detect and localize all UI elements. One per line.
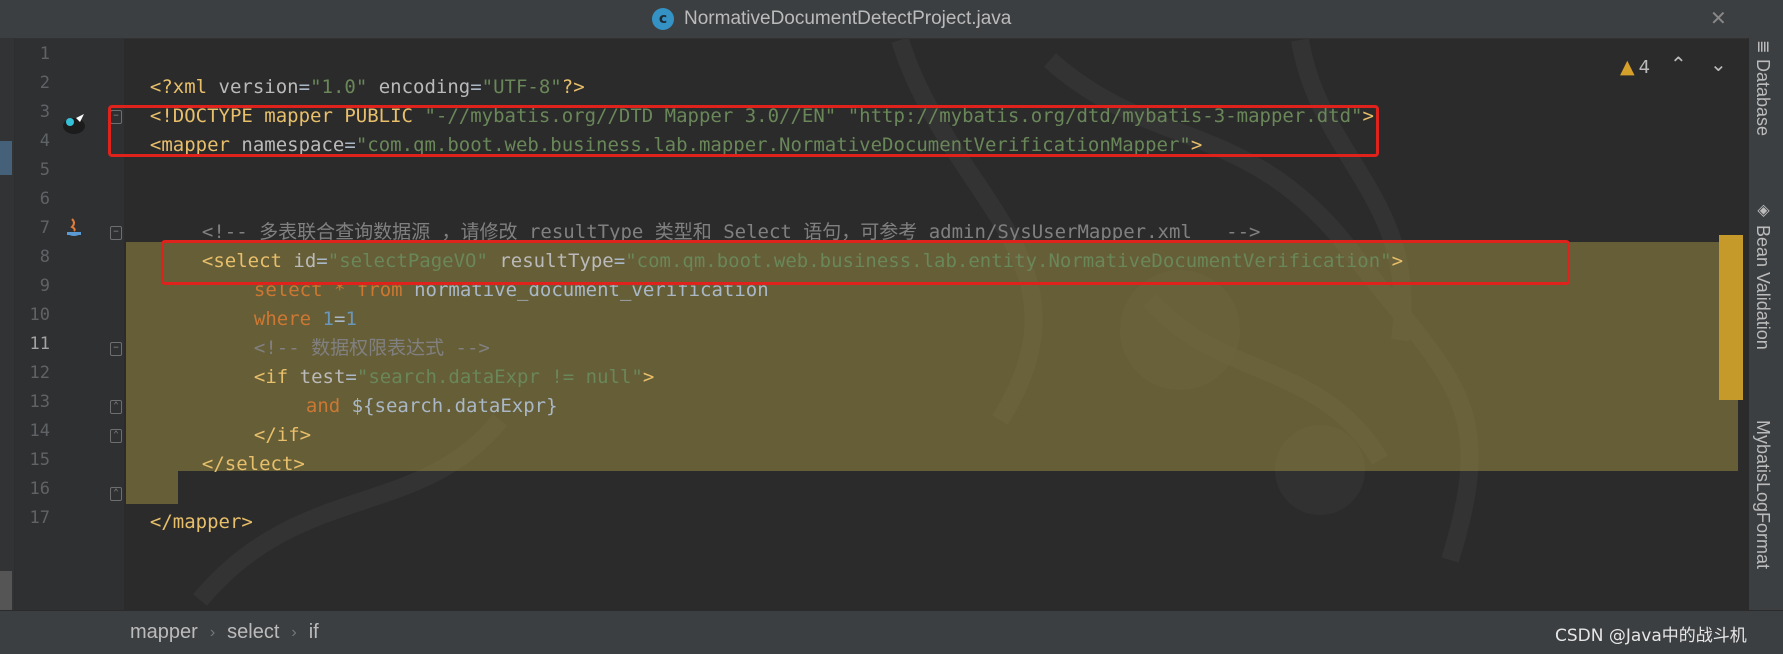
sql-token: ${search.dataExpr}: [351, 395, 558, 417]
fold-marker-icon[interactable]: −: [110, 226, 122, 240]
xml-token: >: [642, 366, 655, 388]
line-number: 17: [29, 508, 50, 528]
xml-token: </select>: [201, 453, 305, 475]
editor-tab[interactable]: c NormativeDocumentDetectProject.java: [652, 5, 1011, 33]
code-line-12[interactable]: and ${search.dataExpr}: [283, 357, 558, 417]
close-icon[interactable]: ✕: [1710, 6, 1727, 30]
warning-icon: ▲: [1620, 56, 1635, 78]
breadcrumb-separator-icon: ›: [209, 623, 216, 641]
database-tool-tab[interactable]: ≣ Database: [1752, 40, 1773, 136]
mybatis-log-format-tool-tab[interactable]: MybatisLogFormat: [1752, 420, 1773, 569]
left-tool-strip: [0, 38, 15, 621]
java-class-icon: c: [652, 8, 674, 30]
bean-validation-icon: ◈: [1754, 200, 1771, 219]
xml-token: </mapper>: [149, 511, 253, 533]
tab-title: NormativeDocumentDetectProject.java: [684, 8, 1012, 29]
fold-marker-icon[interactable]: −: [110, 342, 122, 356]
mybatis-log-tab-label: MybatisLogFormat: [1753, 420, 1773, 570]
fold-end-icon[interactable]: ⌃: [110, 429, 122, 443]
highlight-box-mapper-namespace: [108, 105, 1379, 157]
highlight-box-select-resulttype: [161, 240, 1570, 285]
left-strip-marker: [0, 141, 12, 175]
database-tab-label: Database: [1753, 59, 1773, 137]
watermark: CSDN @Java中的战斗机: [1555, 626, 1747, 646]
breadcrumb-item-if[interactable]: if: [309, 621, 319, 644]
fold-end-icon[interactable]: ⌃: [110, 487, 122, 501]
breadcrumb-item-mapper[interactable]: mapper: [130, 621, 198, 644]
bean-validation-tab-label: Bean Validation: [1753, 225, 1773, 350]
database-icon: ≣: [1754, 40, 1771, 54]
next-highlight-icon[interactable]: ⌄: [1710, 52, 1727, 76]
sql-token: and: [305, 395, 352, 417]
breadcrumb-item-select[interactable]: select: [227, 621, 279, 644]
breadcrumb-bar: mapper › select › if CSDN @Java中的战斗机: [0, 610, 1783, 654]
scrollbar-selection-marker: [1719, 235, 1743, 400]
bean-validation-tool-tab[interactable]: ◈ Bean Validation: [1752, 200, 1773, 350]
mybatis-bird-icon[interactable]: [60, 110, 88, 138]
code-line-16[interactable]: </mapper>: [127, 473, 253, 533]
breadcrumb-separator-icon: ›: [291, 623, 297, 641]
previous-highlight-icon[interactable]: ⌃: [1670, 52, 1687, 76]
warning-count: 4: [1638, 56, 1651, 78]
editor-tab-bar: c NormativeDocumentDetectProject.java ✕: [0, 0, 1783, 39]
inspection-widget[interactable]: ▲ 4: [1620, 56, 1650, 78]
code-line-14[interactable]: </select>: [179, 415, 305, 475]
breadcrumb: mapper › select › if: [130, 621, 319, 644]
fold-end-icon[interactable]: ⌃: [110, 400, 122, 414]
java-method-icon[interactable]: [60, 213, 88, 241]
